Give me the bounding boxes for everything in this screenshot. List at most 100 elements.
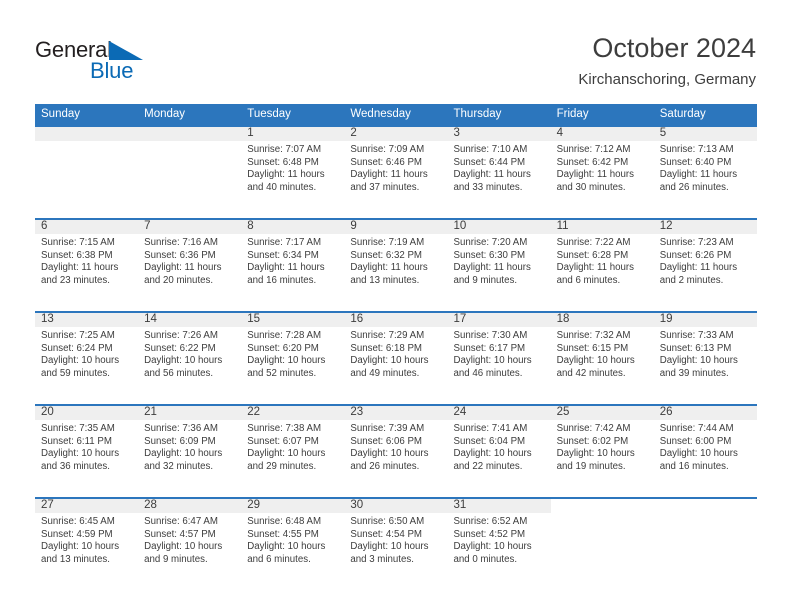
daylight-text: Daylight: 10 hours [41,355,120,367]
calendar-weeks: 1 Sunrise: 7:07 AM Sunset: 6:48 PM Daylight… [35,125,757,590]
calendar-day-cell[interactable]: 16 Sunrise: 7:29 AM Sunset: 6:18 PM Dayligh… [344,311,448,404]
daylight-text: Daylight: 11 hours [659,262,738,274]
daylight-text: Daylight: 10 hours [41,448,120,460]
calendar-day-cell[interactable]: 15 Sunrise: 7:28 AM Sunset: 6:20 PM Dayligh… [241,311,345,404]
weekday-header-friday: Friday [556,108,589,120]
calendar-day-cell[interactable]: 30 Sunrise: 6:50 AM Sunset: 4:54 PM Dayligh… [344,497,448,590]
calendar-day-cell[interactable]: 21 Sunrise: 7:36 AM Sunset: 6:09 PM Dayligh… [138,404,242,497]
daylight-text: and 3 minutes. [350,553,414,565]
day-sun-info: Sunrise: 7:33 AM Sunset: 6:13 PM Daylight:… [654,327,757,380]
sunset-text: Sunset: 6:20 PM [247,342,319,354]
sunrise-text: Sunrise: 7:42 AM [556,423,631,434]
calendar-day-cell[interactable]: 3 Sunrise: 7:10 AM Sunset: 6:44 PM Daylight… [447,125,551,218]
day-number: 6 [41,220,48,232]
day-number-band [447,125,551,141]
weekday-header-monday: Monday [144,108,186,120]
sunset-text: Sunset: 6:28 PM [556,249,629,261]
calendar-day-cell[interactable]: 25 Sunrise: 7:42 AM Sunset: 6:02 PM Dayligh… [550,404,654,497]
day-number: 16 [350,313,364,325]
day-number: 31 [453,499,467,511]
calendar-day-cell[interactable]: 11 Sunrise: 7:22 AM Sunset: 6:28 PM Dayligh… [550,218,654,311]
sunrise-text: Sunrise: 7:29 AM [350,330,425,341]
daylight-text: Daylight: 11 hours [350,262,428,274]
daylight-text: Daylight: 10 hours [453,541,532,553]
daylight-text: and 49 minutes. [350,367,420,379]
day-sun-info: Sunrise: 6:48 AM Sunset: 4:55 PM Daylight:… [241,513,344,566]
calendar-day-cell[interactable]: 6 Sunrise: 7:15 AM Sunset: 6:38 PM Daylight… [35,218,139,311]
day-sun-info: Sunrise: 7:26 AM Sunset: 6:22 PM Daylight:… [138,327,241,380]
sunset-text: Sunset: 6:22 PM [144,342,216,354]
calendar-day-cell[interactable]: 22 Sunrise: 7:38 AM Sunset: 6:07 PM Dayligh… [241,404,345,497]
weekday-header-thursday: Thursday [453,108,502,120]
day-number: 21 [144,406,157,418]
sunrise-text: Sunrise: 6:52 AM [453,516,528,527]
sunrise-text: Sunrise: 6:50 AM [350,516,425,527]
daylight-text: Daylight: 10 hours [247,355,326,367]
day-number-band [653,497,757,513]
calendar-day-cell[interactable]: 19 Sunrise: 7:33 AM Sunset: 6:13 PM Dayligh… [653,311,757,404]
day-sun-info: Sunrise: 7:20 AM Sunset: 6:30 PM Daylight:… [448,234,551,287]
sunrise-text: Sunrise: 7:12 AM [556,144,631,155]
sunrise-text: Sunrise: 7:38 AM [247,423,322,434]
day-sun-info: Sunrise: 7:29 AM Sunset: 6:18 PM Daylight:… [344,327,447,380]
calendar-day-cell[interactable]: 5 Sunrise: 7:13 AM Sunset: 6:40 PM Daylight… [653,125,757,218]
sunset-text: Sunset: 6:02 PM [556,435,629,447]
general-blue-logo[interactable]: General Blue [35,38,195,86]
daylight-text: Daylight: 11 hours [659,169,738,181]
daylight-text: and 56 minutes. [144,367,214,379]
daylight-text: Daylight: 10 hours [247,541,326,553]
sunrise-text: Sunrise: 7:13 AM [659,144,734,155]
day-sun-info: Sunrise: 7:44 AM Sunset: 6:00 PM Daylight:… [654,420,757,473]
calendar-day-cell[interactable]: 12 Sunrise: 7:23 AM Sunset: 6:26 PM Dayligh… [653,218,757,311]
sunset-text: Sunset: 6:00 PM [659,435,732,447]
calendar-day-cell[interactable]: 31 Sunrise: 6:52 AM Sunset: 4:52 PM Dayligh… [447,497,551,590]
day-sun-info: Sunrise: 7:25 AM Sunset: 6:24 PM Daylight:… [35,327,138,380]
day-number: 27 [41,499,54,511]
calendar-day-cell[interactable]: 8 Sunrise: 7:17 AM Sunset: 6:34 PM Daylight… [241,218,345,311]
calendar-day-cell[interactable]: 2 Sunrise: 7:09 AM Sunset: 6:46 PM Daylight… [344,125,448,218]
calendar-day-cell[interactable]: 24 Sunrise: 7:41 AM Sunset: 6:04 PM Dayligh… [447,404,551,497]
daylight-text: Daylight: 10 hours [453,355,532,367]
sunrise-text: Sunrise: 7:22 AM [556,237,631,248]
sunrise-text: Sunrise: 7:15 AM [41,237,115,248]
sunrise-text: Sunrise: 7:19 AM [350,237,425,248]
day-number: 12 [659,220,673,232]
daylight-text: Daylight: 10 hours [556,448,635,460]
calendar-day-cell[interactable]: 7 Sunrise: 7:16 AM Sunset: 6:36 PM Daylight… [138,218,242,311]
day-number-band [344,125,448,141]
day-sun-info: Sunrise: 6:47 AM Sunset: 4:57 PM Daylight:… [138,513,241,566]
sunset-text: Sunset: 6:15 PM [556,342,629,354]
calendar-day-cell[interactable]: 20 Sunrise: 7:35 AM Sunset: 6:11 PM Dayligh… [35,404,139,497]
sunrise-text: Sunrise: 7:44 AM [659,423,734,434]
sunrise-text: Sunrise: 7:36 AM [144,423,218,434]
calendar-page: General Blue October 2024 Kirchanschorin… [0,0,792,612]
day-sun-info: Sunrise: 7:22 AM Sunset: 6:28 PM Daylight:… [551,234,654,287]
day-number: 17 [453,313,467,325]
page-header: General Blue October 2024 Kirchanschorin… [0,0,792,103]
daylight-text: Daylight: 11 hours [453,169,531,181]
calendar-day-cell[interactable]: 1 Sunrise: 7:07 AM Sunset: 6:48 PM Daylight… [241,125,345,218]
sunrise-text: Sunrise: 7:07 AM [247,144,322,155]
day-number: 14 [144,313,157,325]
calendar-day-cell[interactable]: 9 Sunrise: 7:19 AM Sunset: 6:32 PM Daylight… [344,218,448,311]
calendar-day-cell[interactable]: 28 Sunrise: 6:47 AM Sunset: 4:57 PM Dayligh… [138,497,242,590]
calendar-day-cell[interactable]: 14 Sunrise: 7:26 AM Sunset: 6:22 PM Dayligh… [138,311,242,404]
sunset-text: Sunset: 6:36 PM [144,249,216,261]
calendar-day-cell[interactable]: 13 Sunrise: 7:25 AM Sunset: 6:24 PM Dayligh… [35,311,139,404]
calendar-day-cell[interactable]: 4 Sunrise: 7:12 AM Sunset: 6:42 PM Daylight… [550,125,654,218]
calendar-day-cell[interactable]: 26 Sunrise: 7:44 AM Sunset: 6:00 PM Dayligh… [653,404,757,497]
daylight-text: and 40 minutes. [247,181,317,193]
sunrise-text: Sunrise: 7:25 AM [41,330,115,341]
daylight-text: and 13 minutes. [41,553,110,565]
day-sun-info: Sunrise: 7:39 AM Sunset: 6:06 PM Daylight:… [344,420,447,473]
calendar-day-cell[interactable]: 10 Sunrise: 7:20 AM Sunset: 6:30 PM Dayligh… [447,218,551,311]
weekday-header-row: Sunday Monday Tuesday Wednesday Thursday… [35,104,757,125]
calendar-day-cell[interactable]: 29 Sunrise: 6:48 AM Sunset: 4:55 PM Dayligh… [241,497,345,590]
day-number: 15 [247,313,261,325]
calendar-day-cell[interactable]: 23 Sunrise: 7:39 AM Sunset: 6:06 PM Dayligh… [344,404,448,497]
calendar-day-cell[interactable]: 17 Sunrise: 7:30 AM Sunset: 6:17 PM Dayligh… [447,311,551,404]
calendar-day-cell[interactable]: 27 Sunrise: 6:45 AM Sunset: 4:59 PM Dayligh… [35,497,139,590]
daylight-text: and 26 minutes. [350,460,420,472]
calendar-day-cell[interactable]: 18 Sunrise: 7:32 AM Sunset: 6:15 PM Dayligh… [550,311,654,404]
sunset-text: Sunset: 6:06 PM [350,435,422,447]
